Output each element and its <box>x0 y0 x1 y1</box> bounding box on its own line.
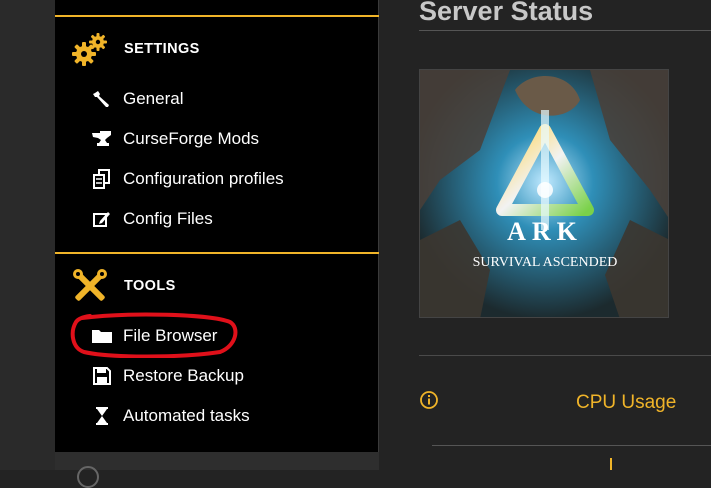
sidebar-item-automated-tasks[interactable]: Automated tasks <box>91 404 250 428</box>
game-logo-text: ARK <box>507 217 583 246</box>
anvil-icon <box>91 128 113 150</box>
info-icon[interactable] <box>419 390 439 415</box>
tools-section-title: TOOLS <box>124 278 176 294</box>
wrench-icon <box>91 88 113 110</box>
sidebar-item-curseforge-mods[interactable]: CurseForge Mods <box>91 127 259 151</box>
sidebar-item-config-files[interactable]: Config Files <box>91 207 213 231</box>
sidebar-item-label: Config Files <box>123 209 213 228</box>
tools-icon <box>71 267 109 305</box>
page-title: Server Status <box>419 0 594 26</box>
highlight-ring-annotation <box>70 312 238 358</box>
title-divider <box>419 30 711 31</box>
left-gutter <box>0 0 55 470</box>
gears-icon <box>71 30 109 68</box>
sidebar-divider <box>55 15 379 17</box>
sidebar-item-label: Restore Backup <box>123 366 244 385</box>
edit-icon <box>91 208 113 230</box>
save-icon <box>91 365 113 387</box>
sidebar: SETTINGS General CurseForge Mods Configu… <box>55 0 379 488</box>
hourglass-icon <box>91 405 113 427</box>
game-cover-image: ARK SURVIVAL ASCENDED <box>419 69 669 318</box>
sidebar-divider <box>55 252 379 254</box>
copy-icon <box>91 168 113 190</box>
main-content: Server Status ARK SURVIVAL ASCENDED CPU … <box>380 0 711 470</box>
sidebar-item-label: CurseForge Mods <box>123 129 260 148</box>
sidebar-item-restore-backup[interactable]: Restore Backup <box>91 364 244 388</box>
cpu-divider <box>432 445 711 446</box>
sidebar-item-label: General <box>123 89 184 108</box>
settings-section-header: SETTINGS <box>71 30 200 68</box>
sidebar-item-label: Automated tasks <box>123 406 250 425</box>
settings-section-title: SETTINGS <box>124 41 200 57</box>
tools-section-header: TOOLS <box>71 267 176 305</box>
sidebar-footer <box>55 452 379 488</box>
game-subtitle-text: SURVIVAL ASCENDED <box>473 255 618 270</box>
section-divider <box>419 355 711 356</box>
sidebar-item-configuration-profiles[interactable]: Configuration profiles <box>91 167 284 191</box>
sidebar-item-general[interactable]: General <box>91 87 183 111</box>
sidebar-item-label: Configuration profiles <box>123 169 284 188</box>
cpu-gauge-needle <box>610 458 612 470</box>
cpu-usage-label: CPU Usage <box>576 392 677 413</box>
avatar[interactable] <box>77 466 99 488</box>
